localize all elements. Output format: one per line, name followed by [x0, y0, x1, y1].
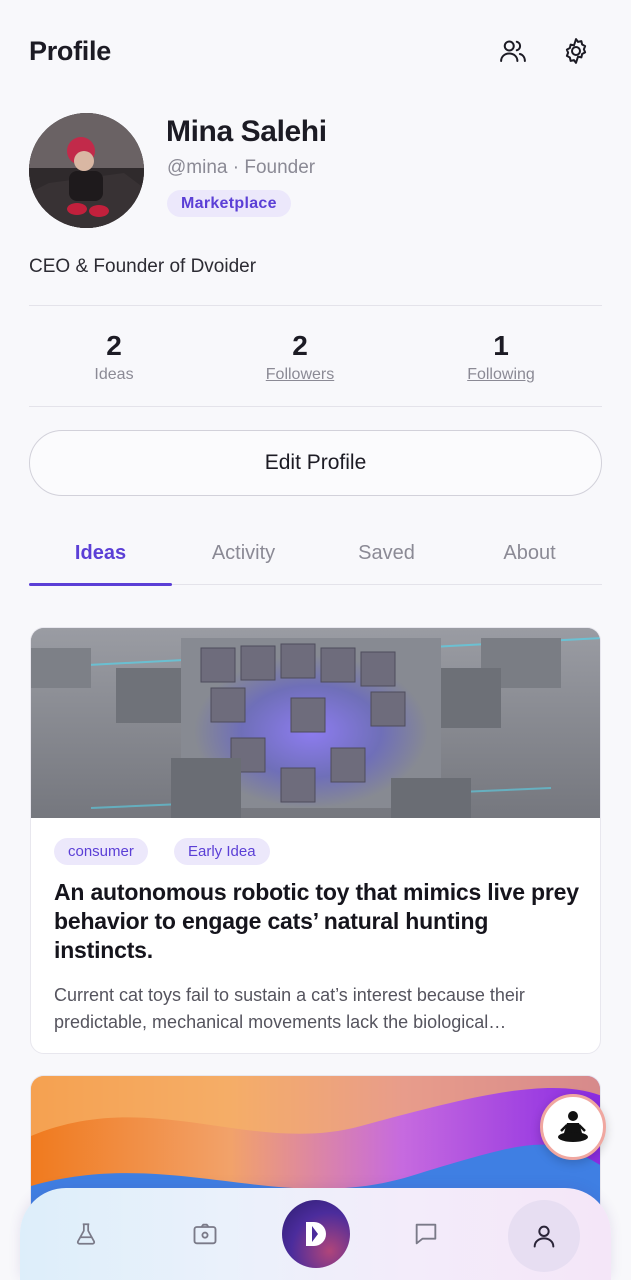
divider [29, 305, 602, 306]
people-icon[interactable] [496, 34, 530, 68]
stat-label: Following [467, 366, 535, 383]
chat-icon[interactable] [398, 1206, 454, 1262]
stat-value: 2 [106, 330, 122, 361]
stat-value: 2 [292, 330, 308, 361]
idea-card[interactable]: consumer Early Idea An autonomous roboti… [30, 627, 601, 1054]
bottom-nav [20, 1188, 611, 1280]
profile-tabs: Ideas Activity Saved About [29, 530, 602, 586]
gear-icon[interactable] [559, 34, 593, 68]
idea-card-description: Current cat toys fail to sustain a cat’s… [54, 985, 525, 1032]
tag-early-idea[interactable]: Early Idea [174, 838, 270, 865]
avatar[interactable] [29, 113, 144, 228]
assistant-button[interactable] [540, 1094, 606, 1160]
user-icon[interactable] [508, 1200, 580, 1272]
header: Profile [0, 0, 631, 105]
flask-icon[interactable] [58, 1206, 114, 1262]
stat-label: Followers [265, 366, 335, 383]
page-title: Profile [29, 36, 111, 66]
tab-ideas[interactable]: Ideas [29, 530, 172, 576]
tag-consumer[interactable]: consumer [54, 838, 148, 865]
stat-ideas[interactable]: 2 Ideas [34, 330, 194, 384]
camera-icon[interactable] [177, 1206, 233, 1262]
active-tab-indicator [29, 583, 172, 586]
divider [29, 406, 602, 407]
tab-activity[interactable]: Activity [172, 530, 315, 576]
tab-saved[interactable]: Saved [315, 530, 458, 576]
idea-card-image [31, 628, 600, 818]
tab-about[interactable]: About [458, 530, 601, 576]
stat-following[interactable]: 1 Following [421, 330, 581, 384]
stat-value: 1 [493, 330, 509, 361]
meditation-icon [558, 1111, 588, 1142]
profile-handle: @mina · Founder [167, 157, 316, 178]
marketplace-badge[interactable]: Marketplace [167, 190, 291, 217]
edit-profile-button[interactable]: Edit Profile [29, 430, 602, 496]
profile-bio: CEO & Founder of Dvoider [29, 256, 257, 277]
dvoider-logo-icon[interactable] [282, 1200, 350, 1268]
stat-label: Ideas [94, 366, 134, 383]
idea-card-title: An autonomous robotic toy that mimics li… [54, 879, 579, 963]
stat-followers[interactable]: 2 Followers [220, 330, 380, 384]
profile-name: Mina Salehi [166, 115, 327, 148]
